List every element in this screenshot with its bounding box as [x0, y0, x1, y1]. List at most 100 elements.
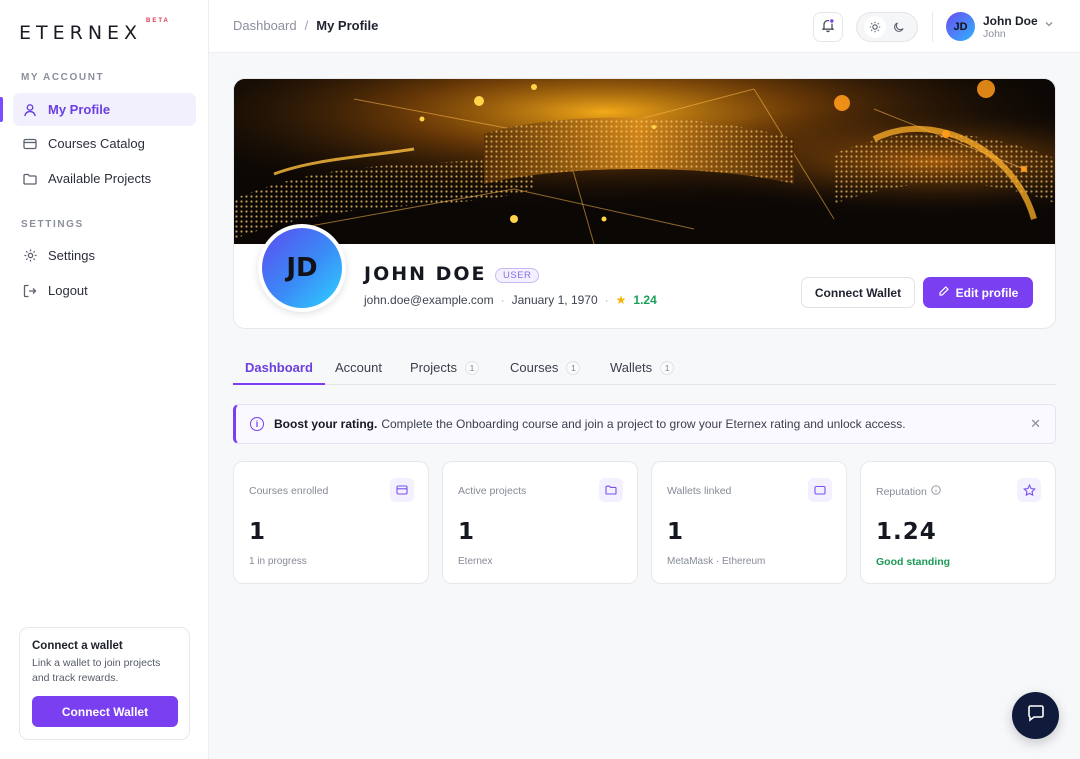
sidebar-item-settings[interactable]: Settings — [13, 239, 196, 272]
blockchain-banner-image — [234, 79, 1055, 244]
profile-banner — [234, 79, 1055, 244]
profile-meta: john.doe@example.com · January 1, 1970 ·… — [364, 293, 657, 307]
breadcrumb-dashboard[interactable]: Dashboard — [233, 18, 297, 33]
tab-count-badge: 1 — [464, 361, 479, 375]
folder-icon — [599, 478, 623, 502]
sidebar-item-available-projects[interactable]: Available Projects — [13, 162, 196, 195]
star-icon — [1017, 478, 1041, 502]
info-icon[interactable] — [931, 485, 941, 498]
moon-icon[interactable] — [888, 16, 910, 38]
tab-dashboard[interactable]: Dashboard — [233, 360, 325, 385]
bell-icon — [820, 17, 836, 38]
breadcrumb-current: My Profile — [316, 18, 379, 33]
stat-label: Active projects — [458, 485, 527, 497]
brand-tag: BETA — [146, 18, 170, 24]
sidebar-item-label: Settings — [48, 248, 95, 263]
connect-wallet-card-title: Connect a wallet — [32, 640, 123, 652]
active-nav-indicator — [0, 97, 3, 122]
close-icon[interactable]: ✕ — [1030, 416, 1041, 432]
brand-logo[interactable]: ETERNEX BETA — [19, 18, 168, 48]
tab-wallets[interactable]: Wallets 1 — [610, 360, 675, 385]
gear-icon — [22, 248, 38, 264]
chat-button[interactable] — [1012, 692, 1059, 739]
profile-name: JOHN DOE — [364, 263, 487, 285]
stat-label: Wallets linked — [667, 485, 732, 497]
stat-card-reputation[interactable]: Reputation 1.24 Good standing — [860, 461, 1056, 584]
catalog-icon — [22, 136, 38, 152]
tab-label: Courses — [510, 360, 559, 375]
edit-profile-label: Edit profile — [955, 285, 1019, 300]
nav-section-settings: SETTINGS — [21, 219, 84, 230]
profile-email: john.doe@example.com — [364, 293, 494, 307]
tab-label: Dashboard — [245, 360, 313, 375]
sidebar: ETERNEX BETA MY ACCOUNT My Profile Cours… — [0, 0, 209, 759]
folder-icon — [22, 171, 38, 187]
chevron-down-icon[interactable] — [1044, 19, 1054, 32]
pencil-icon — [938, 285, 950, 300]
stat-label: Reputation — [876, 485, 927, 498]
stat-card-wallets[interactable]: Wallets linked 1 MetaMask · Ethereum — [651, 461, 847, 584]
rating-alert: i Boost your rating. Complete the Onboar… — [233, 404, 1056, 444]
profile-rating: 1.24 — [633, 293, 657, 307]
user-name[interactable]: John Doe — [983, 14, 1038, 28]
separator-dot: · — [500, 293, 505, 307]
edit-profile-button[interactable]: Edit profile — [923, 277, 1033, 308]
tab-account[interactable]: Account — [335, 360, 382, 385]
role-badge: USER — [495, 268, 540, 283]
chat-icon — [1026, 703, 1046, 728]
sidebar-item-label: Courses Catalog — [48, 136, 145, 151]
tab-projects[interactable]: Projects 1 — [410, 360, 479, 385]
profile-avatar[interactable]: JD — [258, 224, 346, 312]
tab-count-badge: 1 — [660, 361, 675, 375]
sun-icon[interactable] — [864, 16, 886, 38]
info-icon: i — [250, 417, 264, 431]
profile-tabs: Dashboard Account Projects 1 Courses 1 W… — [233, 354, 1056, 385]
stat-sub: 1 in progress — [249, 556, 307, 567]
logout-icon — [22, 283, 38, 299]
sidebar-item-courses-catalog[interactable]: Courses Catalog — [13, 127, 196, 160]
stat-sub: Good standing — [876, 556, 951, 568]
alert-title: Boost your rating. — [274, 417, 378, 431]
stat-value: 1 — [667, 519, 685, 545]
card-icon — [390, 478, 414, 502]
wallet-icon — [808, 478, 832, 502]
breadcrumb: Dashboard / My Profile — [233, 18, 378, 33]
stat-card-courses[interactable]: Courses enrolled 1 1 in progress — [233, 461, 429, 584]
brand-name: ETERNEX — [19, 22, 143, 44]
sidebar-item-my-profile[interactable]: My Profile — [13, 93, 196, 126]
user-subtitle: John — [983, 28, 1006, 40]
tab-count-badge: 1 — [566, 361, 581, 375]
notifications-button[interactable] — [813, 12, 843, 42]
sidebar-item-label: My Profile — [48, 102, 111, 117]
stat-label-wrap: Reputation — [876, 485, 941, 498]
sidebar-item-label: Logout — [48, 283, 88, 298]
profile-card: JD JOHN DOE USER john.doe@example.com · … — [233, 78, 1056, 329]
avatar[interactable]: JD — [946, 12, 975, 41]
nav-section-my-account: MY ACCOUNT — [21, 72, 105, 83]
stat-card-projects[interactable]: Active projects 1 Eternex — [442, 461, 638, 584]
stat-value: 1 — [458, 519, 476, 545]
stat-label: Courses enrolled — [249, 485, 329, 497]
connect-wallet-button[interactable]: Connect Wallet — [801, 277, 915, 308]
separator-dot: · — [604, 293, 609, 307]
alert-text: Complete the Onboarding course and join … — [381, 417, 906, 431]
stat-sub: MetaMask · Ethereum — [667, 556, 766, 567]
tab-label: Account — [335, 360, 382, 375]
profile-avatar-initials: JD — [262, 228, 342, 308]
stat-value: 1.24 — [876, 519, 937, 545]
header-divider — [932, 12, 933, 42]
tab-label: Projects — [410, 360, 457, 375]
sidebar-connect-wallet-button[interactable]: Connect Wallet — [32, 696, 178, 727]
theme-toggle[interactable] — [856, 12, 918, 42]
connect-wallet-card-text: Link a wallet to join projects and track… — [32, 657, 161, 684]
sidebar-item-label: Available Projects — [48, 171, 152, 186]
profile-birthdate: January 1, 1970 — [511, 293, 598, 307]
star-icon: ★ — [615, 293, 627, 307]
tab-label: Wallets — [610, 360, 653, 375]
connect-wallet-card: Connect a wallet Link a wallet to join p… — [19, 627, 190, 740]
breadcrumb-separator: / — [304, 18, 309, 33]
top-header: Dashboard / My Profile JD John Doe John — [209, 0, 1080, 53]
tab-courses[interactable]: Courses 1 — [510, 360, 581, 385]
user-icon — [22, 102, 38, 118]
sidebar-item-logout[interactable]: Logout — [13, 274, 196, 307]
